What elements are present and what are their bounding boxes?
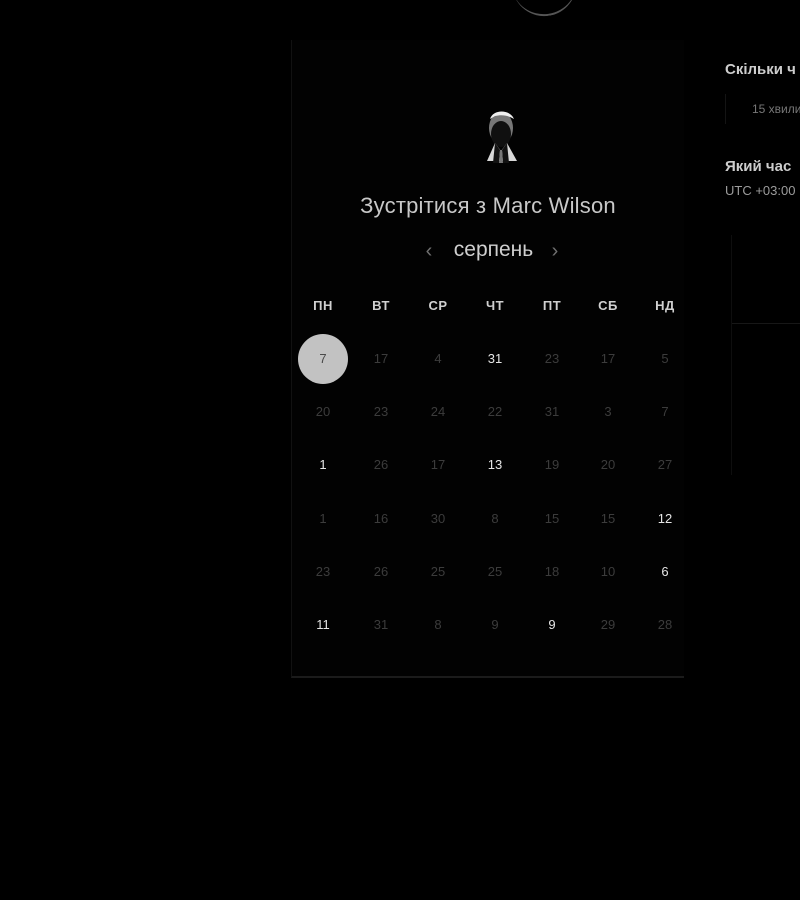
calendar-day: 4 — [434, 351, 442, 366]
weekday-label: ПН — [313, 298, 333, 313]
chevron-right-icon: › — [551, 240, 559, 262]
calendar-day: 8 — [434, 617, 442, 632]
calendar-day: 1 — [319, 511, 327, 526]
calendar-day: 23 — [373, 404, 389, 419]
month-navigation: ‹ серпень › — [292, 238, 684, 266]
calendar-day: 31 — [544, 404, 560, 419]
calendar-day[interactable]: 12 — [639, 493, 691, 545]
calendar-day: 25 — [487, 564, 503, 579]
weekday-label: ПТ — [542, 298, 562, 313]
calendar-day: 22 — [487, 404, 503, 419]
calendar-day[interactable]: 1 — [297, 439, 349, 491]
previous-month-button[interactable]: ‹ — [420, 240, 438, 262]
chevron-left-icon: ‹ — [425, 240, 433, 262]
weekday-label: СР — [428, 298, 448, 313]
weekday-header: ПН ВТ СР ЧТ ПТ СБ НД — [295, 298, 694, 318]
weekday-label: НД — [655, 298, 675, 313]
calendar-day: 17 — [600, 351, 616, 366]
calendar-day: 23 — [544, 351, 560, 366]
calendar-grid: 7 17 4 31 23 17 5 20 23 24 22 31 3 7 1 26 17 13 19 20 27 1 16 3… — [295, 333, 694, 653]
current-month: серпень — [453, 238, 534, 261]
calendar-day[interactable]: 13 — [469, 439, 521, 491]
calendar-day: 30 — [430, 511, 446, 526]
calendar-day: 18 — [544, 564, 560, 579]
calendar-day: 3 — [604, 404, 612, 419]
weekday-label: ЧТ — [485, 298, 505, 313]
page-title: Зустрітися з Marc Wilson — [292, 193, 684, 219]
host-name: Marc Wilson — [492, 193, 616, 218]
next-month-button[interactable]: › — [546, 240, 564, 262]
calendar-day: 26 — [373, 457, 389, 472]
calendar-day: 19 — [544, 457, 560, 472]
panel-vertical-divider — [731, 235, 732, 475]
calendar-day: 23 — [315, 564, 331, 579]
calendar-day[interactable]: 31 — [469, 333, 521, 385]
calendar-day: 8 — [491, 511, 499, 526]
calendar-day: 28 — [657, 617, 673, 632]
calendar-day: 17 — [430, 457, 446, 472]
calendar-day: 29 — [600, 617, 616, 632]
calendar-day: 15 — [544, 511, 560, 526]
calendar-day: 20 — [315, 404, 331, 419]
duration-option[interactable]: 15 хвили — [725, 94, 800, 124]
calendar-day: 5 — [661, 351, 669, 366]
calendar-day: 7 — [661, 404, 669, 419]
calendar-day: 31 — [373, 617, 389, 632]
calendar-day: 24 — [430, 404, 446, 419]
timezone-selector[interactable]: UTC +03:00 — [725, 183, 795, 198]
scheduler-screen: Зустрітися з Marc Wilson ‹ серпень › ПН В… — [0, 0, 800, 900]
weekday-label: ВТ — [372, 298, 390, 313]
top-shape-icon — [511, 0, 581, 21]
calendar-day[interactable]: 9 — [526, 599, 578, 651]
panel-divider — [731, 323, 800, 324]
time-heading: Який час — [725, 158, 792, 175]
calendar-day: 10 — [600, 564, 616, 579]
calendar-day: 26 — [373, 564, 389, 579]
title-prefix: Зустрітися з — [360, 193, 487, 218]
duration-heading: Скільки ч — [725, 61, 796, 78]
avatar — [487, 111, 517, 163]
calendar-day[interactable]: 6 — [639, 546, 691, 598]
calendar-day: 16 — [373, 511, 389, 526]
weekday-label: СБ — [598, 298, 618, 313]
calendar-day: 25 — [430, 564, 446, 579]
right-side-panel: Скільки ч 15 хвили Який час UTC +03:00 — [725, 0, 800, 900]
calendar-day: 17 — [373, 351, 389, 366]
calendar-day: 20 — [600, 457, 616, 472]
calendar-day: 15 — [600, 511, 616, 526]
calendar-day: 27 — [657, 457, 673, 472]
calendar-day[interactable]: 11 — [297, 599, 349, 651]
selected-date[interactable]: 7 — [298, 334, 348, 384]
calendar-day: 9 — [491, 617, 499, 632]
calendar-card: Зустрітися з Marc Wilson ‹ серпень › ПН В… — [291, 40, 684, 678]
